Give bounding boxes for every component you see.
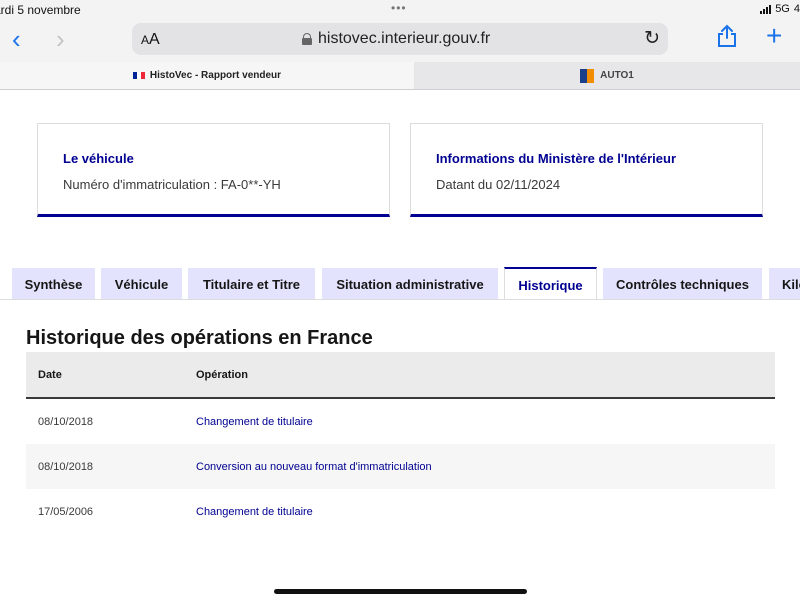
table-row: 08/10/2018 Changement de titulaire [26, 398, 775, 444]
browser-tab-auto1[interactable]: AUTO1 [414, 62, 800, 89]
back-chevron-icon[interactable]: ‹ [12, 26, 21, 52]
table-row: 08/10/2018 Conversion au nouveau format … [26, 444, 775, 489]
lock-icon [302, 33, 312, 45]
browser-tab-label: HistoVec - Rapport vendeur [149, 70, 282, 81]
new-tab-plus-icon[interactable]: + [766, 22, 782, 50]
data-date: Datant du 02/11/2024 [436, 177, 561, 192]
tab-kilometrage[interactable]: Kilo [769, 268, 800, 300]
ministry-info-card: Informations du Ministère de l'Intérieur… [410, 123, 763, 217]
reload-icon[interactable]: ↻ [644, 27, 660, 50]
cellular-signal-icon [760, 4, 772, 14]
row-operation: Changement de titulaire [196, 489, 775, 534]
tab-controles-techniques[interactable]: Contrôles techniques [603, 268, 762, 300]
tab-vehicule[interactable]: Véhicule [101, 268, 182, 300]
row-operation: Changement de titulaire [196, 398, 775, 444]
address-bar[interactable]: AA histovec.interieur.gouv.fr ↻ [132, 23, 668, 55]
history-table: Date Opération 08/10/2018 Changement de … [26, 352, 775, 534]
forward-chevron-icon[interactable]: › [56, 26, 65, 52]
table-row: 17/05/2006 Changement de titulaire [26, 489, 775, 534]
multitasking-dots-icon[interactable]: ••• [391, 1, 407, 15]
french-flag-icon [132, 72, 145, 79]
status-indicators: 5G 4 [760, 3, 800, 15]
url-text[interactable]: histovec.interieur.gouv.fr [318, 30, 490, 48]
vehicle-card-title: Le véhicule [63, 151, 134, 166]
column-header-date: Date [26, 352, 196, 399]
column-header-operation: Opération [196, 352, 775, 399]
vehicle-card: Le véhicule Numéro d'immatriculation : F… [37, 123, 390, 217]
tab-situation-administrative[interactable]: Situation administrative [322, 268, 498, 300]
share-icon[interactable] [716, 24, 738, 48]
tab-historique[interactable]: Historique [504, 267, 597, 301]
auto1-logo-icon [580, 68, 595, 83]
browser-tab-histovec[interactable]: HistoVec - Rapport vendeur [0, 62, 414, 89]
status-date: ardi 5 novembre [0, 3, 81, 17]
report-tabs: Synthèse Véhicule Titulaire et Titre Sit… [0, 267, 800, 301]
browser-toolbar: ‹ › AA histovec.interieur.gouv.fr ↻ [0, 20, 800, 62]
network-label: 5G [775, 3, 790, 15]
tab-synthese[interactable]: Synthèse [12, 268, 95, 300]
text-size-button[interactable]: AA [141, 31, 160, 49]
browser-tab-label: AUTO1 [600, 70, 634, 81]
ministry-card-title: Informations du Ministère de l'Intérieur [436, 151, 677, 166]
row-operation: Conversion au nouveau format d'immatricu… [196, 444, 775, 489]
row-date: 17/05/2006 [26, 489, 196, 534]
status-bar: ardi 5 novembre ••• 5G 4 [0, 0, 800, 20]
row-date: 08/10/2018 [26, 398, 196, 444]
registration-number: Numéro d'immatriculation : FA-0**-YH [63, 177, 281, 192]
browser-tab-strip: HistoVec - Rapport vendeur AUTO1 [0, 62, 800, 90]
history-section-title: Historique des opérations en France [26, 327, 373, 349]
tab-titulaire-titre[interactable]: Titulaire et Titre [188, 268, 315, 300]
table-header-row: Date Opération [26, 352, 775, 399]
battery-label: 4 [793, 3, 800, 15]
row-date: 08/10/2018 [26, 444, 196, 489]
home-indicator[interactable] [274, 589, 527, 594]
